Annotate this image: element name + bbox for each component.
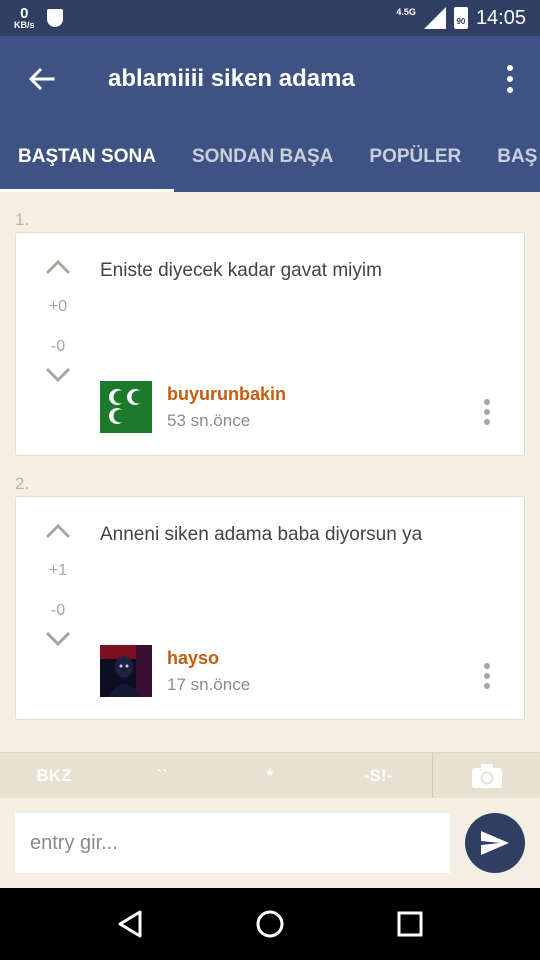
toolbar: ablamiiii siken adama [0, 36, 540, 122]
tab-populer[interactable]: POPÜLER [351, 122, 479, 192]
entry-input[interactable] [15, 813, 450, 873]
tab-sondan-basa[interactable]: SONDAN BAŞA [174, 122, 351, 192]
app-bar: ablamiiii siken adama BAŞTAN SONA SONDAN… [0, 36, 540, 192]
tab-bas[interactable]: BAŞ [479, 122, 540, 192]
bkz-button[interactable]: BKZ [0, 766, 108, 786]
avatar[interactable] [100, 645, 152, 697]
network-type: 4.5G [396, 7, 416, 17]
entry-text: Anneni siken adama baba diyorsun ya [100, 524, 423, 545]
entry-time: 53 sn.önce [167, 410, 251, 430]
more-vert-icon[interactable] [480, 36, 540, 122]
shield-icon [46, 9, 63, 27]
clock: 14:05 [475, 6, 526, 29]
sort-tabs: BAŞTAN SONA SONDAN BAŞA POPÜLER BAŞ [0, 122, 540, 192]
nav-back-icon[interactable] [116, 909, 144, 939]
system-nav-bar [0, 888, 540, 960]
back-button[interactable] [0, 36, 84, 122]
entry-time: 17 sn.önce [167, 674, 251, 694]
battery-level: 90 [456, 17, 466, 26]
entry-more-icon[interactable] [484, 663, 490, 689]
backtick-button[interactable]: `` [108, 766, 216, 786]
entry-card: +1 -0 Anneni siken adama baba diyorsun y… [15, 496, 525, 720]
author-name[interactable]: buyurunbakin [167, 384, 286, 405]
format-bar: BKZ `` * -S!- [0, 752, 540, 799]
chevron-down-icon[interactable] [45, 631, 71, 647]
chevron-up-icon[interactable] [45, 523, 71, 539]
network-speed-unit: KB/s [14, 20, 35, 30]
entry-index: 2. [15, 474, 30, 493]
page-title: ablamiiii siken adama [108, 65, 355, 92]
entry-card: +0 -0 Eniste diyecek kadar gavat miyim b… [15, 232, 525, 456]
entry-author[interactable]: hayso 17 sn.önce [100, 645, 250, 697]
vote-controls: +1 -0 [40, 523, 76, 647]
author-name[interactable]: hayso [167, 648, 250, 669]
chevron-up-icon[interactable] [45, 259, 71, 275]
nav-home-icon[interactable] [255, 909, 285, 939]
entry-index: 1. [15, 210, 30, 229]
nav-recents-icon[interactable] [396, 910, 424, 938]
downvote-count: -0 [50, 338, 66, 355]
tab-bastan-sona[interactable]: BAŞTAN SONA [0, 122, 174, 192]
avatar[interactable] [100, 381, 152, 433]
entry-more-icon[interactable] [484, 399, 490, 425]
downvote-count: -0 [50, 602, 66, 619]
send-icon [481, 831, 509, 855]
entry-text: Eniste diyecek kadar gavat miyim [100, 260, 382, 281]
arrow-left-icon [29, 68, 55, 90]
network-speed: 0 KB/s [14, 6, 35, 30]
vote-controls: +0 -0 [40, 259, 76, 383]
composer [0, 798, 540, 888]
signal-icon [423, 7, 446, 29]
send-button[interactable] [465, 813, 525, 873]
camera-icon [471, 763, 502, 788]
star-button[interactable]: * [216, 766, 324, 786]
status-bar: 0 KB/s 4.5G 90 14:05 [0, 0, 540, 36]
network-speed-value: 0 [20, 5, 29, 22]
battery-icon: 90 [453, 7, 468, 29]
camera-button[interactable] [432, 752, 540, 799]
upvote-count: +1 [48, 562, 68, 579]
entry-author[interactable]: buyurunbakin 53 sn.önce [100, 381, 286, 433]
chevron-down-icon[interactable] [45, 367, 71, 383]
upvote-count: +0 [48, 298, 68, 315]
spoiler-button[interactable]: -S!- [324, 766, 432, 786]
entry-list: 1. +0 -0 Eniste diyecek kadar gavat miyi… [0, 192, 540, 720]
